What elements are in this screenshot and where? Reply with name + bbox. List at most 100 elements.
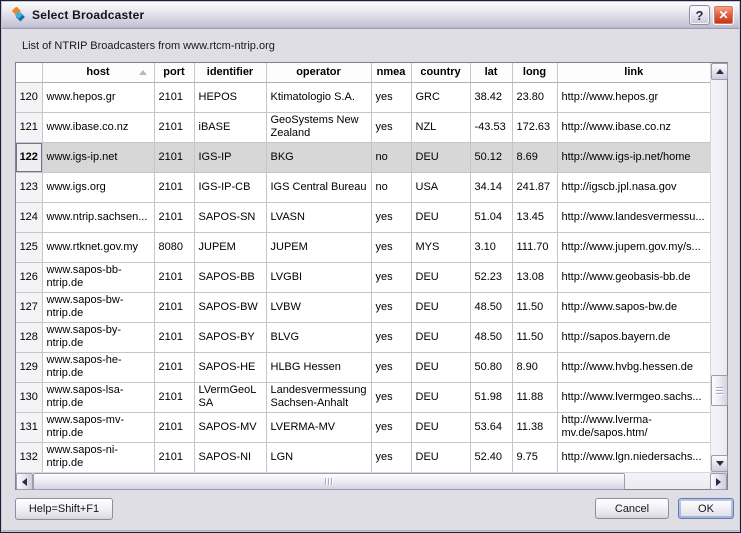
cell-nmea[interactable]: yes — [371, 262, 411, 292]
table-row[interactable]: 121www.ibase.co.nz2101iBASEGeoSystems Ne… — [16, 112, 710, 142]
cell-identifier[interactable]: SAPOS-NI — [194, 442, 266, 472]
cell-long[interactable]: 13.08 — [512, 262, 557, 292]
cell-operator[interactable]: BKG — [266, 142, 371, 172]
row-header[interactable]: 126 — [16, 262, 42, 292]
cell-operator[interactable]: LVBW — [266, 292, 371, 322]
cell-link[interactable]: http://www.landesvermessu... — [557, 202, 710, 232]
row-header[interactable]: 124 — [16, 202, 42, 232]
cell-link[interactable]: http://www.hepos.gr — [557, 82, 710, 112]
row-header[interactable]: 122 — [16, 142, 42, 172]
cell-long[interactable]: 11.50 — [512, 292, 557, 322]
cell-identifier[interactable]: SAPOS-HE — [194, 352, 266, 382]
cell-operator[interactable]: Landesvermessung Sachsen-Anhalt — [266, 382, 371, 412]
cell-identifier[interactable]: SAPOS-BY — [194, 322, 266, 352]
table-row[interactable]: 124www.ntrip.sachsen...2101SAPOS-SNLVASN… — [16, 202, 710, 232]
cell-long[interactable]: 111.70 — [512, 232, 557, 262]
scroll-left-icon[interactable] — [16, 473, 33, 490]
cell-operator[interactable]: HLBG Hessen — [266, 352, 371, 382]
cell-nmea[interactable]: yes — [371, 112, 411, 142]
row-header[interactable]: 121 — [16, 112, 42, 142]
cell-identifier[interactable]: SAPOS-SN — [194, 202, 266, 232]
close-icon[interactable]: ✕ — [713, 5, 734, 25]
row-header[interactable]: 125 — [16, 232, 42, 262]
cell-country[interactable]: DEU — [411, 442, 470, 472]
cell-operator[interactable]: GeoSystems New Zealand — [266, 112, 371, 142]
column-header-host[interactable]: host — [42, 63, 154, 82]
cell-lat[interactable]: 48.50 — [470, 292, 512, 322]
cell-nmea[interactable]: yes — [371, 412, 411, 442]
cell-nmea[interactable]: yes — [371, 82, 411, 112]
cell-long[interactable]: 11.50 — [512, 322, 557, 352]
cell-identifier[interactable]: HEPOS — [194, 82, 266, 112]
cell-long[interactable]: 9.75 — [512, 442, 557, 472]
cell-country[interactable]: DEU — [411, 352, 470, 382]
table-row[interactable]: 128www.sapos-by-ntrip.de2101SAPOS-BYBLVG… — [16, 322, 710, 352]
cell-host[interactable]: www.sapos-he-ntrip.de — [42, 352, 154, 382]
cell-operator[interactable]: LVGBI — [266, 262, 371, 292]
table-row[interactable]: 120www.hepos.gr2101HEPOSKtimatologio S.A… — [16, 82, 710, 112]
cell-country[interactable]: DEU — [411, 412, 470, 442]
table-row[interactable]: 122www.igs-ip.net2101IGS-IPBKGnoDEU50.12… — [16, 142, 710, 172]
cell-lat[interactable]: 3.10 — [470, 232, 512, 262]
cell-country[interactable]: DEU — [411, 292, 470, 322]
column-header-operator[interactable]: operator — [266, 63, 371, 82]
column-header-identifier[interactable]: identifier — [194, 63, 266, 82]
column-header-nmea[interactable]: nmea — [371, 63, 411, 82]
cell-lat[interactable]: 48.50 — [470, 322, 512, 352]
cell-host[interactable]: www.hepos.gr — [42, 82, 154, 112]
cell-lat[interactable]: 34.14 — [470, 172, 512, 202]
cell-country[interactable]: NZL — [411, 112, 470, 142]
cell-port[interactable]: 2101 — [154, 202, 194, 232]
cell-long[interactable]: 13.45 — [512, 202, 557, 232]
cell-link[interactable]: http://www.lgn.niedersachs... — [557, 442, 710, 472]
table-row[interactable]: 125www.rtknet.gov.my8080JUPEMJUPEMyesMYS… — [16, 232, 710, 262]
help-shortcut-button[interactable]: Help=Shift+F1 — [15, 498, 113, 520]
cell-identifier[interactable]: SAPOS-BB — [194, 262, 266, 292]
cell-port[interactable]: 2101 — [154, 142, 194, 172]
cell-lat[interactable]: 53.64 — [470, 412, 512, 442]
cell-port[interactable]: 2101 — [154, 112, 194, 142]
row-header[interactable]: 132 — [16, 442, 42, 472]
cell-operator[interactable]: BLVG — [266, 322, 371, 352]
cell-link[interactable]: http://sapos.bayern.de — [557, 322, 710, 352]
cell-operator[interactable]: LGN — [266, 442, 371, 472]
scroll-down-icon[interactable] — [711, 455, 728, 472]
row-header[interactable]: 123 — [16, 172, 42, 202]
cell-long[interactable]: 8.69 — [512, 142, 557, 172]
cell-nmea[interactable]: yes — [371, 202, 411, 232]
cell-link[interactable]: http://www.lvermgeo.sachs... — [557, 382, 710, 412]
cell-host[interactable]: www.igs.org — [42, 172, 154, 202]
cell-nmea[interactable]: yes — [371, 352, 411, 382]
cell-identifier[interactable]: iBASE — [194, 112, 266, 142]
horizontal-scrollbar[interactable] — [16, 472, 727, 489]
cell-host[interactable]: www.ibase.co.nz — [42, 112, 154, 142]
cell-lat[interactable]: 52.23 — [470, 262, 512, 292]
column-header-lat[interactable]: lat — [470, 63, 512, 82]
horizontal-scroll-thumb[interactable] — [33, 473, 625, 490]
cell-host[interactable]: www.sapos-mv-ntrip.de — [42, 412, 154, 442]
cell-nmea[interactable]: yes — [371, 232, 411, 262]
cell-lat[interactable]: 52.40 — [470, 442, 512, 472]
ok-button[interactable]: OK — [678, 498, 734, 519]
cell-operator[interactable]: JUPEM — [266, 232, 371, 262]
cell-port[interactable]: 2101 — [154, 322, 194, 352]
table-row[interactable]: 126www.sapos-bb-ntrip.de2101SAPOS-BBLVGB… — [16, 262, 710, 292]
table-row[interactable]: 127www.sapos-bw-ntrip.de2101SAPOS-BWLVBW… — [16, 292, 710, 322]
cell-nmea[interactable]: no — [371, 172, 411, 202]
cell-nmea[interactable]: no — [371, 142, 411, 172]
cell-port[interactable]: 2101 — [154, 292, 194, 322]
cell-host[interactable]: www.sapos-lsa-ntrip.de — [42, 382, 154, 412]
cell-lat[interactable]: 38.42 — [470, 82, 512, 112]
scroll-right-icon[interactable] — [710, 473, 727, 490]
cell-country[interactable]: MYS — [411, 232, 470, 262]
cell-country[interactable]: GRC — [411, 82, 470, 112]
cell-host[interactable]: www.igs-ip.net — [42, 142, 154, 172]
cell-identifier[interactable]: IGS-IP-CB — [194, 172, 266, 202]
cell-long[interactable]: 11.38 — [512, 412, 557, 442]
cell-country[interactable]: USA — [411, 172, 470, 202]
table-row[interactable]: 129www.sapos-he-ntrip.de2101SAPOS-HEHLBG… — [16, 352, 710, 382]
table-row[interactable]: 130www.sapos-lsa-ntrip.de2101LVermGeoLSA… — [16, 382, 710, 412]
cell-operator[interactable]: LVERMA-MV — [266, 412, 371, 442]
cell-link[interactable]: http://www.sapos-bw.de — [557, 292, 710, 322]
cell-country[interactable]: DEU — [411, 262, 470, 292]
